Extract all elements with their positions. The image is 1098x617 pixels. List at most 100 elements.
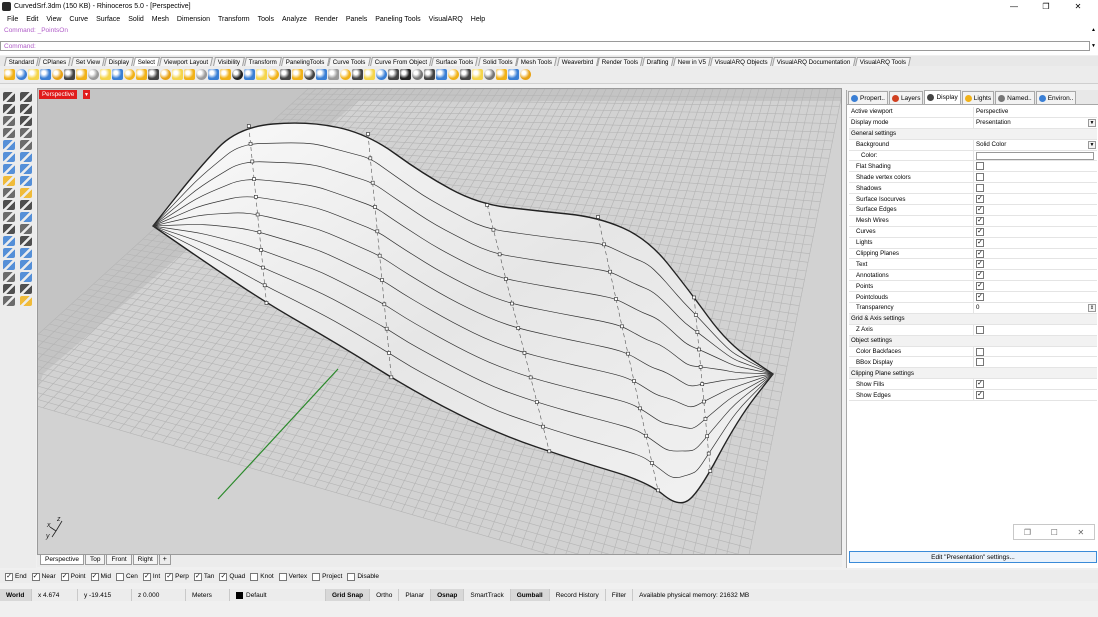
prop-checkbox[interactable]: ✓ bbox=[976, 271, 984, 280]
control-point[interactable] bbox=[255, 212, 260, 217]
color-swatch[interactable] bbox=[976, 151, 1094, 160]
prop-value[interactable] bbox=[974, 172, 1097, 182]
status-button-ortho[interactable]: Ortho bbox=[370, 589, 400, 601]
control-point[interactable] bbox=[535, 400, 539, 404]
menu-help[interactable]: Help bbox=[467, 16, 489, 23]
control-point[interactable] bbox=[695, 330, 700, 334]
prop-value[interactable]: ✓ bbox=[974, 249, 1097, 259]
menu-solid[interactable]: Solid bbox=[124, 16, 148, 23]
toolbar-tool-icon[interactable] bbox=[124, 69, 135, 80]
osnap-checkbox[interactable] bbox=[347, 572, 356, 581]
control-point[interactable] bbox=[491, 227, 496, 232]
menu-panels[interactable]: Panels bbox=[342, 16, 371, 23]
close-button[interactable]: ✕ bbox=[1062, 0, 1094, 13]
toolbar-tool-icon[interactable] bbox=[460, 69, 471, 80]
toolbar-tab-visualarq-tools[interactable]: VisualARQ Tools bbox=[854, 57, 911, 66]
control-point[interactable] bbox=[638, 406, 642, 411]
spinner-arrows-icon[interactable]: ⇕ bbox=[1088, 304, 1096, 313]
menu-transform[interactable]: Transform bbox=[214, 16, 254, 23]
toolbar-tool-icon[interactable] bbox=[328, 69, 339, 80]
menu-dimension[interactable]: Dimension bbox=[173, 16, 214, 23]
prop-checkbox[interactable]: ✓ bbox=[976, 238, 984, 247]
control-point[interactable] bbox=[626, 351, 630, 356]
control-point[interactable] bbox=[377, 253, 382, 258]
toolbar-tool-icon[interactable] bbox=[172, 69, 183, 80]
toolbar-tool-icon[interactable] bbox=[280, 69, 291, 80]
panel-tab-lights[interactable]: Lights bbox=[961, 91, 995, 104]
toolbar-tool-icon[interactable] bbox=[448, 69, 459, 80]
left-tool-icon[interactable] bbox=[20, 92, 32, 102]
control-point[interactable] bbox=[692, 295, 696, 300]
toolbar-tool-icon[interactable] bbox=[136, 69, 147, 80]
prop-checkbox[interactable]: ✓ bbox=[976, 391, 984, 400]
restore-icon[interactable]: ❐ bbox=[1024, 528, 1031, 537]
control-point[interactable] bbox=[705, 434, 709, 439]
control-point[interactable] bbox=[254, 195, 258, 199]
control-point[interactable] bbox=[257, 230, 262, 235]
prop-value[interactable]: ✓ bbox=[974, 227, 1097, 237]
minimize-button[interactable]: — bbox=[998, 0, 1030, 13]
toolbar-tab-render-tools[interactable]: Render Tools bbox=[597, 57, 644, 66]
current-layer[interactable]: Default bbox=[230, 589, 326, 601]
control-point[interactable] bbox=[522, 351, 527, 355]
prop-value[interactable]: ✓ bbox=[974, 270, 1097, 280]
toolbar-tool-icon[interactable] bbox=[496, 69, 507, 80]
toolbar-tab-weaverbird[interactable]: Weaverbird bbox=[556, 57, 599, 66]
left-tool-icon[interactable] bbox=[3, 200, 15, 210]
control-point[interactable] bbox=[264, 301, 269, 305]
control-point[interactable] bbox=[375, 229, 380, 234]
control-point[interactable] bbox=[252, 177, 256, 181]
menu-curve[interactable]: Curve bbox=[65, 16, 92, 23]
control-point[interactable] bbox=[389, 375, 394, 380]
osnap-checkbox[interactable]: ✓ bbox=[90, 572, 99, 581]
toolbar-tab-drafting[interactable]: Drafting bbox=[642, 57, 675, 66]
menu-mesh[interactable]: Mesh bbox=[148, 16, 173, 23]
control-point[interactable] bbox=[485, 203, 490, 207]
left-tool-icon[interactable] bbox=[3, 224, 15, 234]
toolbar-tool-icon[interactable] bbox=[88, 69, 99, 80]
menu-view[interactable]: View bbox=[42, 16, 65, 23]
left-tool-icon[interactable] bbox=[3, 236, 15, 246]
scroll-down-icon[interactable]: ▼ bbox=[1090, 43, 1097, 49]
prop-value[interactable]: ✓ bbox=[974, 281, 1097, 291]
prop-checkbox[interactable]: ✓ bbox=[976, 195, 984, 204]
toolbar-tool-icon[interactable] bbox=[520, 69, 531, 80]
prop-value[interactable]: 0 ⇕ bbox=[974, 303, 1097, 313]
menu-analyze[interactable]: Analyze bbox=[278, 16, 311, 23]
osnap-checkbox[interactable]: ✓ bbox=[165, 572, 174, 581]
control-point[interactable] bbox=[504, 277, 508, 281]
prop-checkbox[interactable] bbox=[976, 173, 984, 182]
toolbar-tool-icon[interactable] bbox=[100, 69, 111, 80]
control-point[interactable] bbox=[650, 461, 654, 465]
toolbar-tool-icon[interactable] bbox=[184, 69, 195, 80]
toolbar-tab-surface-tools[interactable]: Surface Tools bbox=[431, 57, 479, 66]
prop-value[interactable]: ✓ bbox=[974, 194, 1097, 204]
status-button-grid-snap[interactable]: Grid Snap bbox=[326, 589, 371, 601]
control-point[interactable] bbox=[602, 242, 606, 247]
left-tool-icon[interactable] bbox=[3, 152, 15, 162]
toolbar-tab-curve-from-object[interactable]: Curve From Object bbox=[369, 57, 433, 66]
left-tool-icon[interactable] bbox=[3, 104, 15, 114]
toolbar-tab-standard[interactable]: Standard bbox=[4, 57, 40, 66]
toolbar-tool-icon[interactable] bbox=[436, 69, 447, 80]
toolbar-tool-icon[interactable] bbox=[28, 69, 39, 80]
toolbar-tool-icon[interactable] bbox=[232, 69, 243, 80]
viewport-menu-chevron-icon[interactable]: ▼ bbox=[83, 90, 90, 99]
toolbar-tab-transform[interactable]: Transform bbox=[243, 57, 282, 66]
osnap-checkbox[interactable]: ✓ bbox=[219, 572, 228, 581]
left-tool-icon[interactable] bbox=[20, 116, 32, 126]
control-point[interactable] bbox=[614, 297, 618, 301]
left-tool-icon[interactable] bbox=[20, 236, 32, 246]
toolbar-tool-icon[interactable] bbox=[40, 69, 51, 80]
osnap-tan[interactable]: ✓ Tan bbox=[193, 572, 214, 581]
left-tool-icon[interactable] bbox=[20, 272, 32, 282]
left-tool-icon[interactable] bbox=[20, 152, 32, 162]
prop-value[interactable]: ✓ bbox=[974, 292, 1097, 302]
left-tool-icon[interactable] bbox=[3, 176, 15, 186]
toolbar-tab-select[interactable]: Select bbox=[133, 57, 161, 66]
left-tool-icon[interactable] bbox=[3, 212, 15, 222]
view-tab-front[interactable]: Front bbox=[106, 555, 132, 565]
osnap-checkbox[interactable]: ✓ bbox=[31, 572, 40, 581]
left-tool-icon[interactable] bbox=[20, 128, 32, 138]
menu-edit[interactable]: Edit bbox=[22, 16, 42, 23]
